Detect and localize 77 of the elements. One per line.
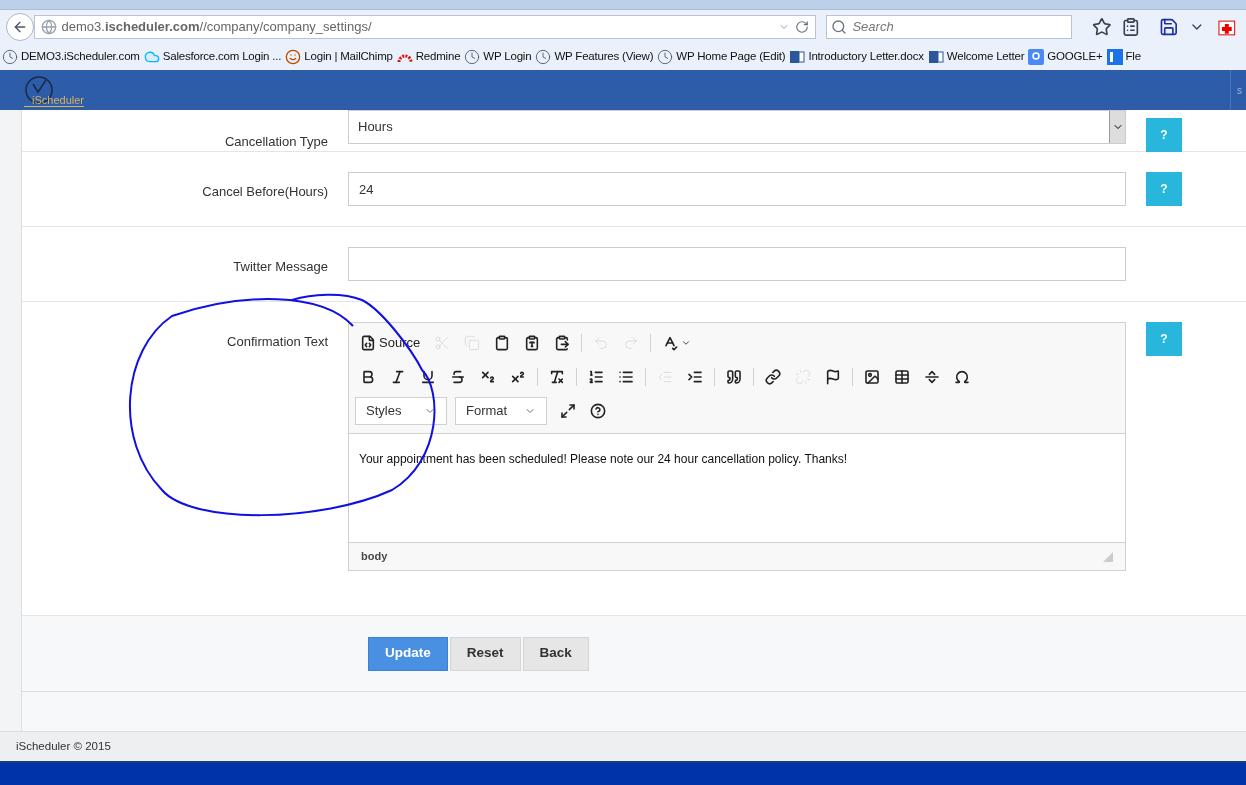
field-label: Cancellation Type — [224, 133, 328, 151]
field-label: Cancel Before(Hours) — [202, 183, 328, 201]
bookmark-link[interactable]: Redmine — [396, 48, 461, 66]
unlink-icon — [795, 369, 811, 385]
monkey-icon — [285, 49, 302, 65]
bookmark-star-icon[interactable] — [1091, 17, 1112, 37]
toolbar-dropdown[interactable]: Format — [455, 397, 547, 425]
save-icon[interactable] — [1159, 17, 1179, 37]
search-field[interactable]: Search — [826, 15, 1072, 39]
paste-icon — [494, 335, 511, 351]
link-icon — [765, 369, 781, 385]
indent-icon — [687, 369, 703, 385]
document-icon — [789, 49, 806, 65]
search-icon — [831, 19, 848, 35]
caret-icon — [681, 338, 692, 348]
toolbar-dropdown[interactable]: Styles — [355, 397, 447, 425]
select-field[interactable]: Hours — [348, 110, 1126, 144]
bookmark-link[interactable]: Login | MailChimp — [285, 48, 393, 66]
cloud-icon — [143, 49, 160, 65]
paste-text-icon — [524, 335, 541, 351]
scissors-icon — [434, 335, 451, 351]
back-button[interactable] — [6, 13, 34, 41]
omega-icon — [954, 369, 970, 385]
horizontal-rule-icon — [924, 369, 940, 385]
paste-word-icon — [554, 335, 571, 351]
input-field[interactable] — [348, 247, 1126, 281]
bookmark-link[interactable]: Welcome Letter — [927, 48, 1025, 66]
flag-icon — [825, 369, 841, 385]
resize-grip-icon — [1103, 551, 1113, 562]
bold-icon — [360, 369, 376, 385]
strikethrough-icon — [450, 369, 466, 385]
globe-icon — [40, 19, 57, 35]
bookmark-link[interactable]: Introductory Letter.docx — [789, 48, 924, 66]
first-aid-icon[interactable] — [1218, 18, 1236, 36]
search-input[interactable]: Search — [852, 17, 1067, 37]
bookmark-link[interactable]: Salesforce.com Login ... — [143, 48, 282, 66]
document-icon — [927, 49, 944, 65]
url-text: demo3.ischeduler.com//company/company_settings/ — [61, 18, 373, 37]
field-label: Confirmation Text — [227, 333, 328, 351]
italic-icon — [390, 369, 406, 385]
quote-icon — [726, 369, 742, 385]
element-path[interactable]: body — [361, 548, 388, 565]
bookmark-link[interactable]: DEMO3.iScheduler.com — [2, 48, 140, 66]
image-icon — [864, 369, 880, 385]
bulleted-list-icon — [618, 369, 634, 385]
copy-icon — [464, 335, 481, 351]
gauge-icon — [657, 49, 674, 65]
square-icon — [1106, 49, 1123, 65]
header-text: s — [1236, 83, 1242, 98]
bookmark-link[interactable]: WP Features (View) — [535, 48, 654, 66]
address-bar[interactable]: demo3.ischeduler.com//company/company_settings/ — [33, 15, 817, 39]
remove-format-icon — [549, 369, 565, 385]
bookmark-link[interactable]: GOOGLE+ — [1028, 48, 1103, 66]
gauge-icon — [2, 49, 18, 65]
action-button[interactable]: Reset — [449, 636, 521, 671]
help-icon — [590, 403, 606, 419]
undo-icon — [593, 335, 610, 351]
bookmark-link[interactable]: WP Login — [464, 48, 532, 66]
underline-icon — [420, 369, 436, 385]
reload-icon — [795, 20, 810, 34]
gauge-icon — [535, 49, 552, 65]
spellcheck-icon — [662, 335, 679, 351]
maximize-icon — [560, 403, 576, 419]
field-label: Twitter Message — [233, 258, 328, 276]
bookmark-link[interactable]: Fle — [1106, 48, 1141, 66]
table-icon — [894, 369, 910, 385]
input-field[interactable]: 24 — [348, 172, 1126, 206]
bookmark-link[interactable]: WP Home Page (Edit) — [657, 48, 786, 66]
redo-icon — [623, 335, 640, 351]
action-button[interactable]: Back — [522, 636, 589, 671]
gauge-icon — [464, 49, 481, 65]
outdent-icon — [657, 369, 673, 385]
footer-text: iScheduler © 2015 — [16, 738, 111, 754]
superscript-icon — [510, 369, 526, 385]
numbered-list-icon — [588, 369, 604, 385]
source-icon — [360, 335, 376, 351]
subscript-icon — [480, 369, 496, 385]
